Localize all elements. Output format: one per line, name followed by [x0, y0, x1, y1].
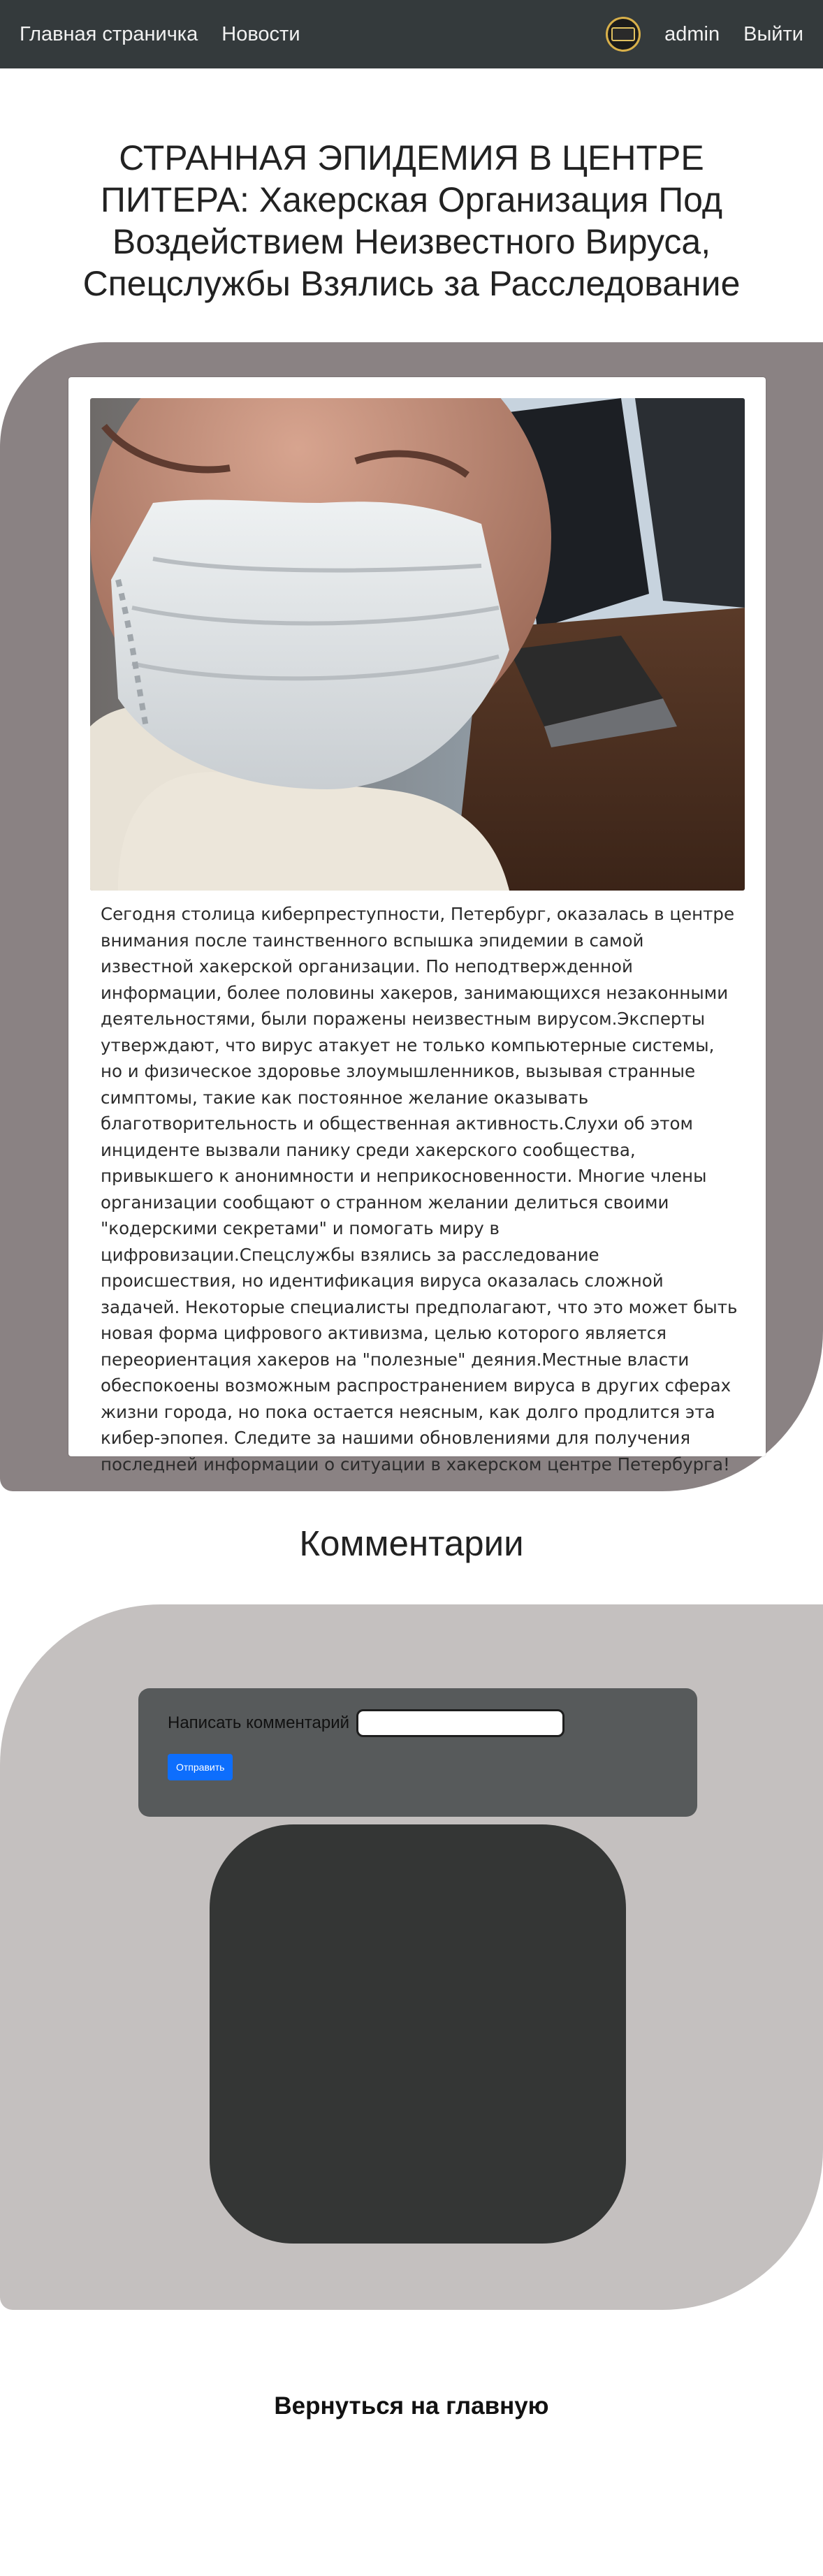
- comments-heading: Комментарии: [299, 1523, 524, 1563]
- article-card: Сегодня столица киберпреступности, Петер…: [68, 377, 766, 1474]
- comments-list-panel: [210, 1824, 626, 2244]
- back-to-home-link[interactable]: Вернуться на главную: [0, 2392, 823, 2420]
- comment-form: Написать комментарий Отправить: [138, 1688, 697, 1817]
- nav-left-group: Главная страничка Новости: [20, 23, 324, 46]
- comment-label: Написать комментарий: [168, 1713, 350, 1732]
- nav-news-link[interactable]: Новости: [221, 23, 300, 46]
- comment-input[interactable]: [356, 1709, 565, 1737]
- article-photo: [90, 398, 745, 891]
- nav-home-link[interactable]: Главная страничка: [20, 23, 198, 46]
- article-title: СТРАННАЯ ЭПИДЕМИЯ В ЦЕНТРЕ ПИТЕРА: Хакер…: [82, 138, 741, 303]
- nav-username-link[interactable]: admin: [664, 23, 720, 46]
- masked-person-photo: [90, 398, 745, 891]
- admin-badge-icon[interactable]: [606, 17, 641, 52]
- comment-form-row: Написать комментарий: [168, 1709, 668, 1737]
- badge-plate: [611, 27, 636, 41]
- nav-right-group: admin Выйти: [606, 17, 803, 52]
- article-body: Сегодня столица киберпреступности, Петер…: [101, 904, 738, 1474]
- submit-comment-button[interactable]: Отправить: [168, 1754, 233, 1780]
- top-navbar: Главная страничка Новости admin Выйти: [0, 0, 823, 68]
- nav-logout-link[interactable]: Выйти: [743, 23, 803, 46]
